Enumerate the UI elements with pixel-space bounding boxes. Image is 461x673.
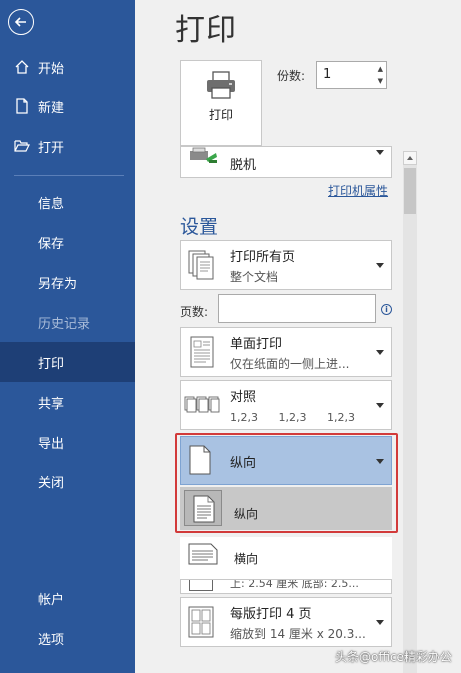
chevron-down-icon: [376, 403, 384, 408]
watermark: 头条@office精彩办公: [335, 650, 452, 664]
print-panel: 打印 打印 份数: 1 ▲ ▼ 脱机 打印机属性 设置 打印所有页 整个文档 页…: [135, 0, 461, 673]
info-icon[interactable]: i: [381, 304, 392, 315]
chevron-down-icon: [376, 150, 384, 155]
sidebar-item-label: 另存为: [38, 276, 78, 292]
collated-icon: [184, 396, 220, 413]
sidebar-item-save-as[interactable]: 另存为: [0, 262, 135, 302]
sidebar-item-label: 共享: [38, 396, 65, 412]
print-button-label: 打印: [208, 108, 233, 122]
pages-per-sheet-subtitle: 缩放到 14 厘米 x 20.3...: [230, 627, 366, 641]
page-title: 打印: [175, 13, 237, 48]
sidebar-item-label: 信息: [38, 196, 65, 212]
single-sided-icon: [190, 336, 214, 368]
orientation-option-label: 横向: [234, 552, 259, 566]
sidebar-item-share[interactable]: 共享: [0, 382, 135, 422]
sidebar-item-export[interactable]: 导出: [0, 422, 135, 462]
copies-value: 1: [323, 67, 332, 82]
annotation-highlight: [175, 433, 398, 533]
print-range-subtitle: 整个文档: [230, 270, 279, 284]
print-button[interactable]: 打印: [180, 60, 262, 146]
chevron-down-icon: [376, 620, 384, 625]
sidebar-divider: [14, 175, 124, 176]
printer-status: 脱机: [230, 158, 257, 173]
margins-dropdown[interactable]: 上: 2.54 厘米 底部: 2.5...: [180, 579, 392, 594]
backstage-sidebar: 开始 新建 打开 信息 保存 另存为 历史记录 打印 共享 导出 关闭 帐户 选…: [0, 0, 135, 673]
pages-input[interactable]: [218, 294, 376, 323]
sidebar-item-save[interactable]: 保存: [0, 222, 135, 262]
sidebar-item-label: 开始: [38, 61, 65, 77]
sides-title: 单面打印: [230, 337, 283, 352]
margins-icon: [189, 580, 213, 591]
collate-set: 1,2,3: [230, 411, 258, 424]
scroll-up-button[interactable]: [403, 151, 417, 165]
sidebar-item-label: 帐户: [38, 592, 65, 608]
sidebar-item-info[interactable]: 信息: [0, 182, 135, 222]
collate-set: 1,2,3: [327, 411, 355, 424]
spin-down-icon[interactable]: ▼: [378, 77, 383, 85]
sidebar-item-label: 打印: [38, 356, 65, 372]
scrollbar[interactable]: [403, 151, 417, 673]
scrollbar-thumb[interactable]: [404, 168, 416, 214]
sidebar-item-print[interactable]: 打印: [0, 342, 135, 382]
pages-per-sheet-title: 每版打印 4 页: [230, 607, 312, 622]
new-document-icon: [16, 98, 28, 114]
spin-up-icon[interactable]: ▲: [378, 65, 383, 73]
print-range-dropdown[interactable]: 打印所有页 整个文档: [180, 240, 392, 290]
sidebar-item-label: 保存: [38, 236, 65, 252]
collate-set: 1,2,3: [278, 411, 307, 424]
print-range-title: 打印所有页: [230, 250, 296, 265]
settings-heading: 设置: [180, 216, 219, 238]
collate-dropdown[interactable]: 对照 1,2,3 1,2,3 1,2,3: [180, 380, 392, 430]
sidebar-item-label: 打开: [38, 140, 65, 156]
four-pages-icon: [188, 606, 214, 638]
sidebar-item-label: 导出: [38, 436, 65, 452]
printer-dropdown[interactable]: 脱机: [180, 146, 392, 178]
sidebar-item-options[interactable]: 选项: [0, 618, 135, 658]
back-arrow-icon: [14, 17, 26, 27]
sidebar-item-close[interactable]: 关闭: [0, 461, 135, 501]
sides-dropdown[interactable]: 单面打印 仅在纸面的一侧上进...: [180, 327, 392, 377]
collate-title: 对照: [230, 390, 257, 405]
sidebar-item-label: 关闭: [38, 475, 65, 491]
copies-stepper[interactable]: 1 ▲ ▼: [316, 61, 387, 89]
chevron-down-icon: [376, 350, 384, 355]
sidebar-item-history: 历史记录: [0, 302, 135, 342]
printer-device-icon: [190, 147, 217, 163]
sidebar-item-home[interactable]: 开始: [0, 47, 135, 87]
copies-label: 份数:: [277, 69, 306, 83]
margins-summary: 上: 2.54 厘米 底部: 2.5...: [230, 579, 359, 590]
sidebar-item-open[interactable]: 打开: [0, 126, 135, 166]
home-icon: [15, 60, 29, 74]
pages-per-sheet-dropdown[interactable]: 每版打印 4 页 缩放到 14 厘米 x 20.3...: [180, 597, 392, 647]
pages-label: 页数:: [180, 305, 209, 319]
printer-properties-link[interactable]: 打印机属性: [328, 182, 388, 199]
open-folder-icon: [14, 140, 30, 152]
sides-subtitle: 仅在纸面的一侧上进...: [230, 357, 350, 371]
printer-icon: [207, 71, 235, 99]
orientation-option-landscape[interactable]: 横向: [180, 537, 392, 579]
sidebar-item-account[interactable]: 帐户: [0, 578, 135, 618]
landscape-page-icon: [188, 543, 218, 565]
sidebar-item-label: 历史记录: [38, 316, 91, 332]
sidebar-item-new[interactable]: 新建: [0, 86, 135, 126]
all-pages-icon: [188, 250, 214, 280]
sidebar-item-label: 新建: [38, 100, 65, 116]
chevron-down-icon: [376, 263, 384, 268]
sidebar-item-label: 选项: [38, 632, 65, 648]
collate-order: 1,2,3 1,2,3 1,2,3: [230, 411, 372, 424]
back-button[interactable]: [8, 9, 34, 35]
